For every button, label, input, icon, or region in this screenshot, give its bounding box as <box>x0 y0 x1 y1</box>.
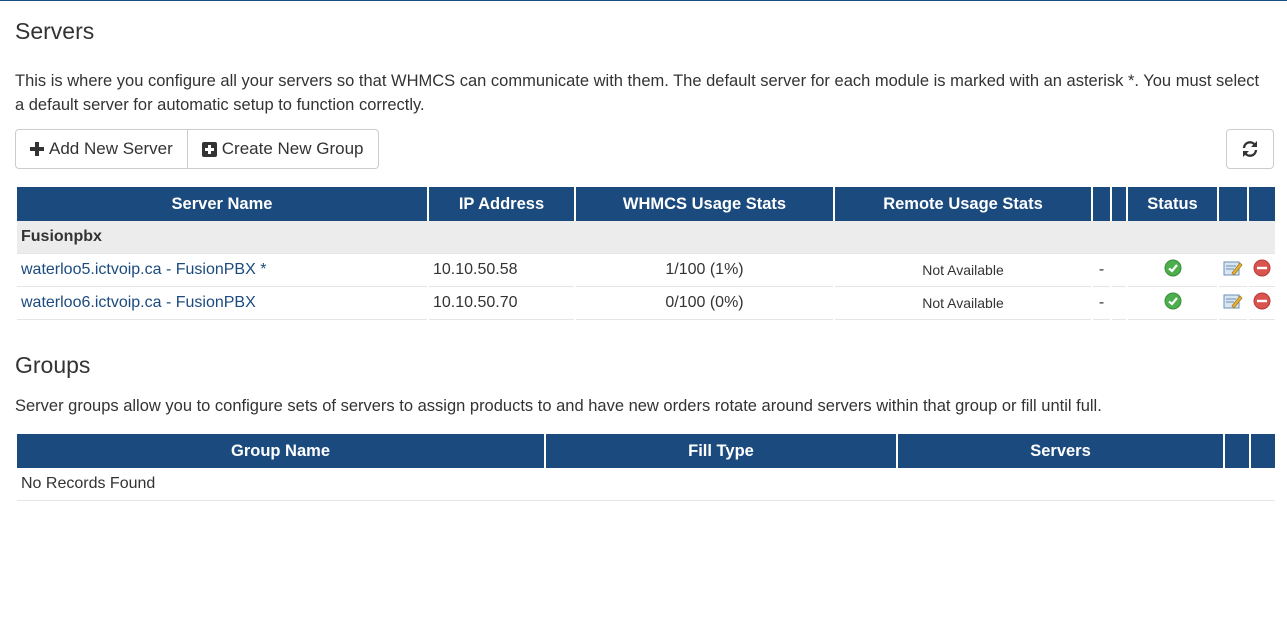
col-ip-address[interactable]: IP Address <box>429 187 574 221</box>
table-row: waterloo5.ictvoip.ca - FusionPBX * 10.10… <box>17 254 1275 287</box>
refresh-icon <box>1242 141 1258 157</box>
col-status[interactable]: Status <box>1128 187 1217 221</box>
server-name-link[interactable]: waterloo5.ictvoip.ca - FusionPBX * <box>21 261 266 278</box>
groups-title: Groups <box>15 352 91 378</box>
edit-cell <box>1219 254 1247 287</box>
servers-table-header: Server Name IP Address WHMCS Usage Stats… <box>17 187 1275 221</box>
col-remote-usage[interactable]: Remote Usage Stats <box>835 187 1091 221</box>
status-ok-icon <box>1164 259 1181 276</box>
servers-table: Server Name IP Address WHMCS Usage Stats… <box>15 187 1277 320</box>
whmcs-usage: 1/100 (1%) <box>576 254 833 287</box>
page-title: Servers <box>15 18 95 44</box>
status-ok-icon <box>1164 292 1181 309</box>
plus-icon <box>30 142 44 156</box>
status-cell <box>1128 287 1217 320</box>
create-new-group-label: Create New Group <box>221 139 364 158</box>
group-name: Fusionpbx <box>17 221 1275 254</box>
edit-cell <box>1219 287 1247 320</box>
create-new-group-button[interactable]: Create New Group <box>187 129 379 169</box>
col-server-name[interactable]: Server Name <box>17 187 427 221</box>
col-servers[interactable]: Servers <box>898 434 1223 468</box>
groups-table: Group Name Fill Type Servers No Records … <box>15 434 1277 501</box>
table-row: No Records Found <box>17 468 1275 501</box>
delete-cell <box>1249 287 1275 320</box>
col-blank-1 <box>1093 187 1110 221</box>
remote-usage: Not Available <box>835 254 1091 287</box>
remote-usage: Not Available <box>835 287 1091 320</box>
ip-address: 10.10.50.58 <box>429 254 574 287</box>
ip-address: 10.10.50.70 <box>429 287 574 320</box>
empty-state: No Records Found <box>17 468 1275 501</box>
col-blank-3 <box>1219 187 1247 221</box>
server-actions: Add New Server Create New Group <box>15 129 379 169</box>
delete-cell <box>1249 254 1275 287</box>
col-blank-1 <box>1225 434 1249 468</box>
groups-table-header: Group Name Fill Type Servers <box>17 434 1275 468</box>
plus-square-icon <box>201 141 217 157</box>
dash-cell: - <box>1093 287 1110 320</box>
group-row: Fusionpbx <box>17 221 1275 254</box>
delete-icon[interactable] <box>1253 292 1271 310</box>
dash-cell: - <box>1093 254 1110 287</box>
col-blank-2 <box>1112 187 1126 221</box>
add-new-server-label: Add New Server <box>49 139 173 158</box>
refresh-button[interactable] <box>1226 129 1274 169</box>
groups-intro: Server groups allow you to configure set… <box>15 397 1102 415</box>
col-whmcs-usage[interactable]: WHMCS Usage Stats <box>576 187 833 221</box>
delete-icon[interactable] <box>1253 259 1271 277</box>
table-row: waterloo6.ictvoip.ca - FusionPBX 10.10.5… <box>17 287 1275 320</box>
status-cell <box>1128 254 1217 287</box>
add-new-server-button[interactable]: Add New Server <box>15 129 188 169</box>
col-fill-type[interactable]: Fill Type <box>546 434 896 468</box>
edit-icon[interactable] <box>1223 292 1243 310</box>
servers-intro: This is where you configure all your ser… <box>15 72 1260 114</box>
server-name-link[interactable]: waterloo6.ictvoip.ca - FusionPBX <box>21 294 256 311</box>
col-group-name[interactable]: Group Name <box>17 434 544 468</box>
whmcs-usage: 0/100 (0%) <box>576 287 833 320</box>
col-blank-4 <box>1249 187 1275 221</box>
col-blank-2 <box>1251 434 1275 468</box>
edit-icon[interactable] <box>1223 259 1243 277</box>
